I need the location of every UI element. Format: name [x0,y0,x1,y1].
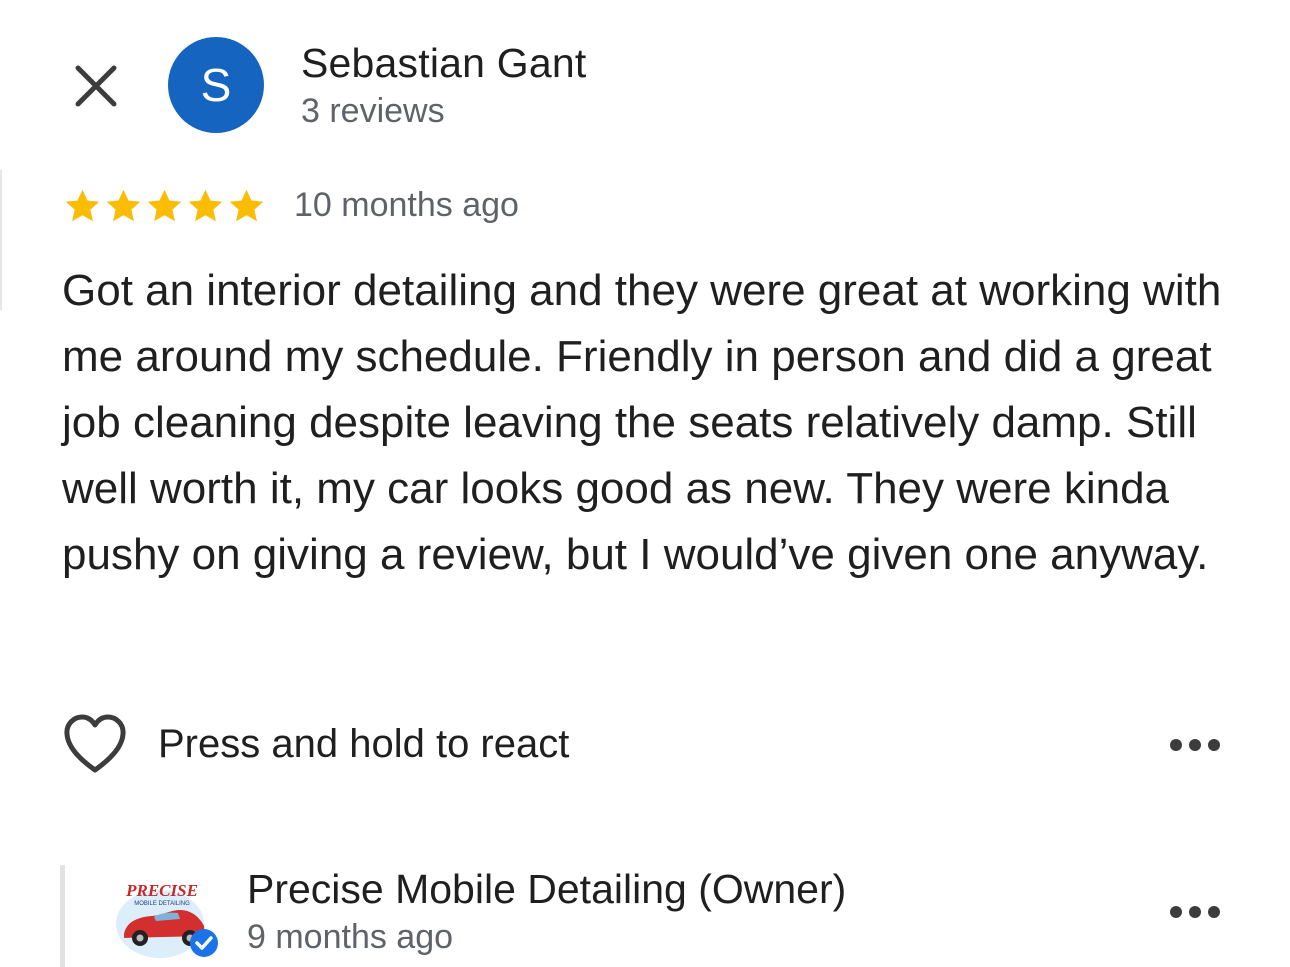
avatar[interactable]: S [168,37,264,133]
owner-logo[interactable]: PRECISE MOBILE DETAILING [108,872,224,962]
reviewer-name[interactable]: Sebastian Gant [301,40,586,87]
review-more-button[interactable] [1165,725,1225,765]
react-button[interactable]: Press and hold to react [62,712,569,776]
review-text: Got an interior detailing and they were … [62,266,1222,579]
more-horizontal-icon [1170,906,1220,918]
heart-icon [64,714,126,773]
owner-name[interactable]: Precise Mobile Detailing (Owner) [247,866,846,913]
review-date: 10 months ago [294,186,519,224]
star-icon [188,189,223,222]
owner-logo-text: PRECISE [125,881,198,900]
close-button[interactable] [66,56,126,116]
owner-reply-divider [60,865,65,967]
star-icon [65,189,100,222]
owner-logo-subtext: MOBILE DETAILING [134,901,190,907]
verified-badge-icon [190,929,218,957]
owner-reply-more-button[interactable] [1165,892,1225,932]
panel-edge [0,170,2,310]
reviewer-review-count: 3 reviews [301,92,445,130]
more-horizontal-icon [1170,739,1220,751]
react-label: Press and hold to react [158,721,570,766]
star-icon [106,189,141,222]
avatar-letter: S [200,59,232,111]
star-icon [147,189,182,222]
star-icon [229,189,264,222]
star-rating [62,186,267,227]
owner-reply-date: 9 months ago [247,918,454,956]
close-icon [75,65,117,107]
